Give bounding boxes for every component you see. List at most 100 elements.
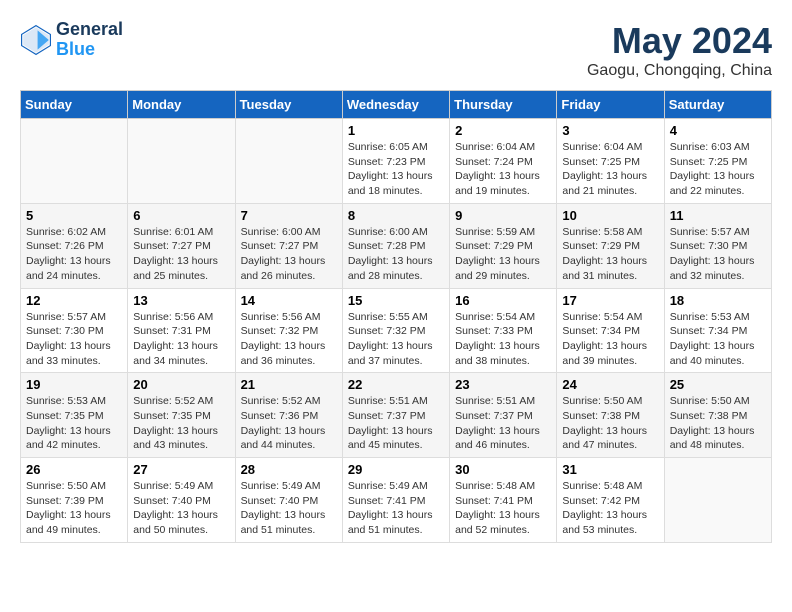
- calendar-cell: 28 Sunrise: 5:49 AM Sunset: 7:40 PM Dayli…: [235, 458, 342, 543]
- calendar-cell: 10 Sunrise: 5:58 AM Sunset: 7:29 PM Dayli…: [557, 203, 664, 288]
- day-info: Sunrise: 6:03 AM Sunset: 7:25 PM Dayligh…: [670, 140, 766, 199]
- calendar-cell: 12Sunrise: 5:57 AM Sunset: 7:30 PM Dayli…: [21, 288, 128, 373]
- day-info: Sunrise: 5:56 AM Sunset: 7:31 PM Dayligh…: [133, 310, 229, 369]
- day-number: 29: [348, 462, 444, 477]
- logo-text: General Blue: [56, 20, 123, 60]
- day-number: 10: [562, 208, 658, 223]
- day-info: Sunrise: 5:53 AM Sunset: 7:34 PM Dayligh…: [670, 310, 766, 369]
- day-info: Sunrise: 5:58 AM Sunset: 7:29 PM Dayligh…: [562, 225, 658, 284]
- week-row-3: 12Sunrise: 5:57 AM Sunset: 7:30 PM Dayli…: [21, 288, 772, 373]
- day-number: 22: [348, 377, 444, 392]
- day-number: 6: [133, 208, 229, 223]
- day-number: 4: [670, 123, 766, 138]
- day-number: 14: [241, 293, 337, 308]
- day-info: Sunrise: 5:57 AM Sunset: 7:30 PM Dayligh…: [670, 225, 766, 284]
- weekday-header-tuesday: Tuesday: [235, 91, 342, 119]
- calendar-cell: 20 Sunrise: 5:52 AM Sunset: 7:35 PM Dayli…: [128, 373, 235, 458]
- day-number: 30: [455, 462, 551, 477]
- day-number: 8: [348, 208, 444, 223]
- calendar-cell: 6 Sunrise: 6:01 AM Sunset: 7:27 PM Daylig…: [128, 203, 235, 288]
- calendar-cell: 2 Sunrise: 6:04 AM Sunset: 7:24 PM Daylig…: [450, 119, 557, 204]
- day-info: Sunrise: 5:51 AM Sunset: 7:37 PM Dayligh…: [455, 394, 551, 453]
- day-info: Sunrise: 6:01 AM Sunset: 7:27 PM Dayligh…: [133, 225, 229, 284]
- day-info: Sunrise: 6:02 AM Sunset: 7:26 PM Dayligh…: [26, 225, 122, 284]
- day-number: 15: [348, 293, 444, 308]
- calendar-cell: 14Sunrise: 5:56 AM Sunset: 7:32 PM Dayli…: [235, 288, 342, 373]
- day-number: 23: [455, 377, 551, 392]
- day-info: Sunrise: 5:48 AM Sunset: 7:42 PM Dayligh…: [562, 479, 658, 538]
- day-info: Sunrise: 5:49 AM Sunset: 7:40 PM Dayligh…: [241, 479, 337, 538]
- calendar-cell: 9Sunrise: 5:59 AM Sunset: 7:29 PM Daylig…: [450, 203, 557, 288]
- day-info: Sunrise: 5:59 AM Sunset: 7:29 PM Dayligh…: [455, 225, 551, 284]
- calendar-cell: 21 Sunrise: 5:52 AM Sunset: 7:36 PM Dayli…: [235, 373, 342, 458]
- day-number: 13: [133, 293, 229, 308]
- weekday-header-saturday: Saturday: [664, 91, 771, 119]
- title-block: May 2024 Gaogu, Chongqing, China: [587, 20, 772, 80]
- calendar-cell: 19Sunrise: 5:53 AM Sunset: 7:35 PM Dayli…: [21, 373, 128, 458]
- day-number: 18: [670, 293, 766, 308]
- day-number: 25: [670, 377, 766, 392]
- week-row-1: 1Sunrise: 6:05 AM Sunset: 7:23 PM Daylig…: [21, 119, 772, 204]
- day-info: Sunrise: 6:00 AM Sunset: 7:27 PM Dayligh…: [241, 225, 337, 284]
- day-number: 31: [562, 462, 658, 477]
- calendar-cell: [664, 458, 771, 543]
- day-number: 11: [670, 208, 766, 223]
- day-info: Sunrise: 6:05 AM Sunset: 7:23 PM Dayligh…: [348, 140, 444, 199]
- day-number: 17: [562, 293, 658, 308]
- calendar-cell: 1Sunrise: 6:05 AM Sunset: 7:23 PM Daylig…: [342, 119, 449, 204]
- logo-icon: [20, 24, 52, 56]
- calendar-cell: 26 Sunrise: 5:50 AM Sunset: 7:39 PM Dayli…: [21, 458, 128, 543]
- day-info: Sunrise: 5:50 AM Sunset: 7:38 PM Dayligh…: [562, 394, 658, 453]
- calendar-cell: 30 Sunrise: 5:48 AM Sunset: 7:41 PM Dayli…: [450, 458, 557, 543]
- calendar-cell: 23 Sunrise: 5:51 AM Sunset: 7:37 PM Dayli…: [450, 373, 557, 458]
- week-row-4: 19Sunrise: 5:53 AM Sunset: 7:35 PM Dayli…: [21, 373, 772, 458]
- calendar-cell: 3 Sunrise: 6:04 AM Sunset: 7:25 PM Daylig…: [557, 119, 664, 204]
- calendar-cell: 4 Sunrise: 6:03 AM Sunset: 7:25 PM Daylig…: [664, 119, 771, 204]
- calendar-cell: 8Sunrise: 6:00 AM Sunset: 7:28 PM Daylig…: [342, 203, 449, 288]
- day-info: Sunrise: 5:52 AM Sunset: 7:35 PM Dayligh…: [133, 394, 229, 453]
- logo-line1: General: [56, 20, 123, 40]
- day-info: Sunrise: 5:48 AM Sunset: 7:41 PM Dayligh…: [455, 479, 551, 538]
- month-title: May 2024: [587, 20, 772, 62]
- calendar-cell: 31 Sunrise: 5:48 AM Sunset: 7:42 PM Dayli…: [557, 458, 664, 543]
- page-header: General Blue May 2024 Gaogu, Chongqing, …: [20, 20, 772, 80]
- weekday-header-sunday: Sunday: [21, 91, 128, 119]
- day-number: 24: [562, 377, 658, 392]
- weekday-header-row: SundayMondayTuesdayWednesdayThursdayFrid…: [21, 91, 772, 119]
- day-number: 7: [241, 208, 337, 223]
- day-info: Sunrise: 5:49 AM Sunset: 7:41 PM Dayligh…: [348, 479, 444, 538]
- day-info: Sunrise: 5:49 AM Sunset: 7:40 PM Dayligh…: [133, 479, 229, 538]
- calendar-cell: [128, 119, 235, 204]
- day-info: Sunrise: 5:52 AM Sunset: 7:36 PM Dayligh…: [241, 394, 337, 453]
- day-info: Sunrise: 5:55 AM Sunset: 7:32 PM Dayligh…: [348, 310, 444, 369]
- week-row-5: 26 Sunrise: 5:50 AM Sunset: 7:39 PM Dayli…: [21, 458, 772, 543]
- calendar-table: SundayMondayTuesdayWednesdayThursdayFrid…: [20, 90, 772, 543]
- weekday-header-thursday: Thursday: [450, 91, 557, 119]
- calendar-cell: 27Sunrise: 5:49 AM Sunset: 7:40 PM Dayli…: [128, 458, 235, 543]
- day-number: 2: [455, 123, 551, 138]
- day-number: 21: [241, 377, 337, 392]
- day-number: 16: [455, 293, 551, 308]
- calendar-cell: 17 Sunrise: 5:54 AM Sunset: 7:34 PM Dayli…: [557, 288, 664, 373]
- calendar-cell: 5 Sunrise: 6:02 AM Sunset: 7:26 PM Daylig…: [21, 203, 128, 288]
- weekday-header-monday: Monday: [128, 91, 235, 119]
- day-number: 26: [26, 462, 122, 477]
- day-info: Sunrise: 5:50 AM Sunset: 7:39 PM Dayligh…: [26, 479, 122, 538]
- calendar-cell: 18 Sunrise: 5:53 AM Sunset: 7:34 PM Dayli…: [664, 288, 771, 373]
- week-row-2: 5 Sunrise: 6:02 AM Sunset: 7:26 PM Daylig…: [21, 203, 772, 288]
- day-info: Sunrise: 6:04 AM Sunset: 7:25 PM Dayligh…: [562, 140, 658, 199]
- calendar-cell: 13 Sunrise: 5:56 AM Sunset: 7:31 PM Dayli…: [128, 288, 235, 373]
- day-info: Sunrise: 5:54 AM Sunset: 7:34 PM Dayligh…: [562, 310, 658, 369]
- day-info: Sunrise: 6:04 AM Sunset: 7:24 PM Dayligh…: [455, 140, 551, 199]
- day-number: 3: [562, 123, 658, 138]
- day-number: 5: [26, 208, 122, 223]
- weekday-header-wednesday: Wednesday: [342, 91, 449, 119]
- location: Gaogu, Chongqing, China: [587, 62, 772, 80]
- day-number: 12: [26, 293, 122, 308]
- day-info: Sunrise: 5:54 AM Sunset: 7:33 PM Dayligh…: [455, 310, 551, 369]
- day-number: 20: [133, 377, 229, 392]
- day-info: Sunrise: 5:50 AM Sunset: 7:38 PM Dayligh…: [670, 394, 766, 453]
- day-number: 28: [241, 462, 337, 477]
- logo: General Blue: [20, 20, 123, 60]
- day-info: Sunrise: 5:51 AM Sunset: 7:37 PM Dayligh…: [348, 394, 444, 453]
